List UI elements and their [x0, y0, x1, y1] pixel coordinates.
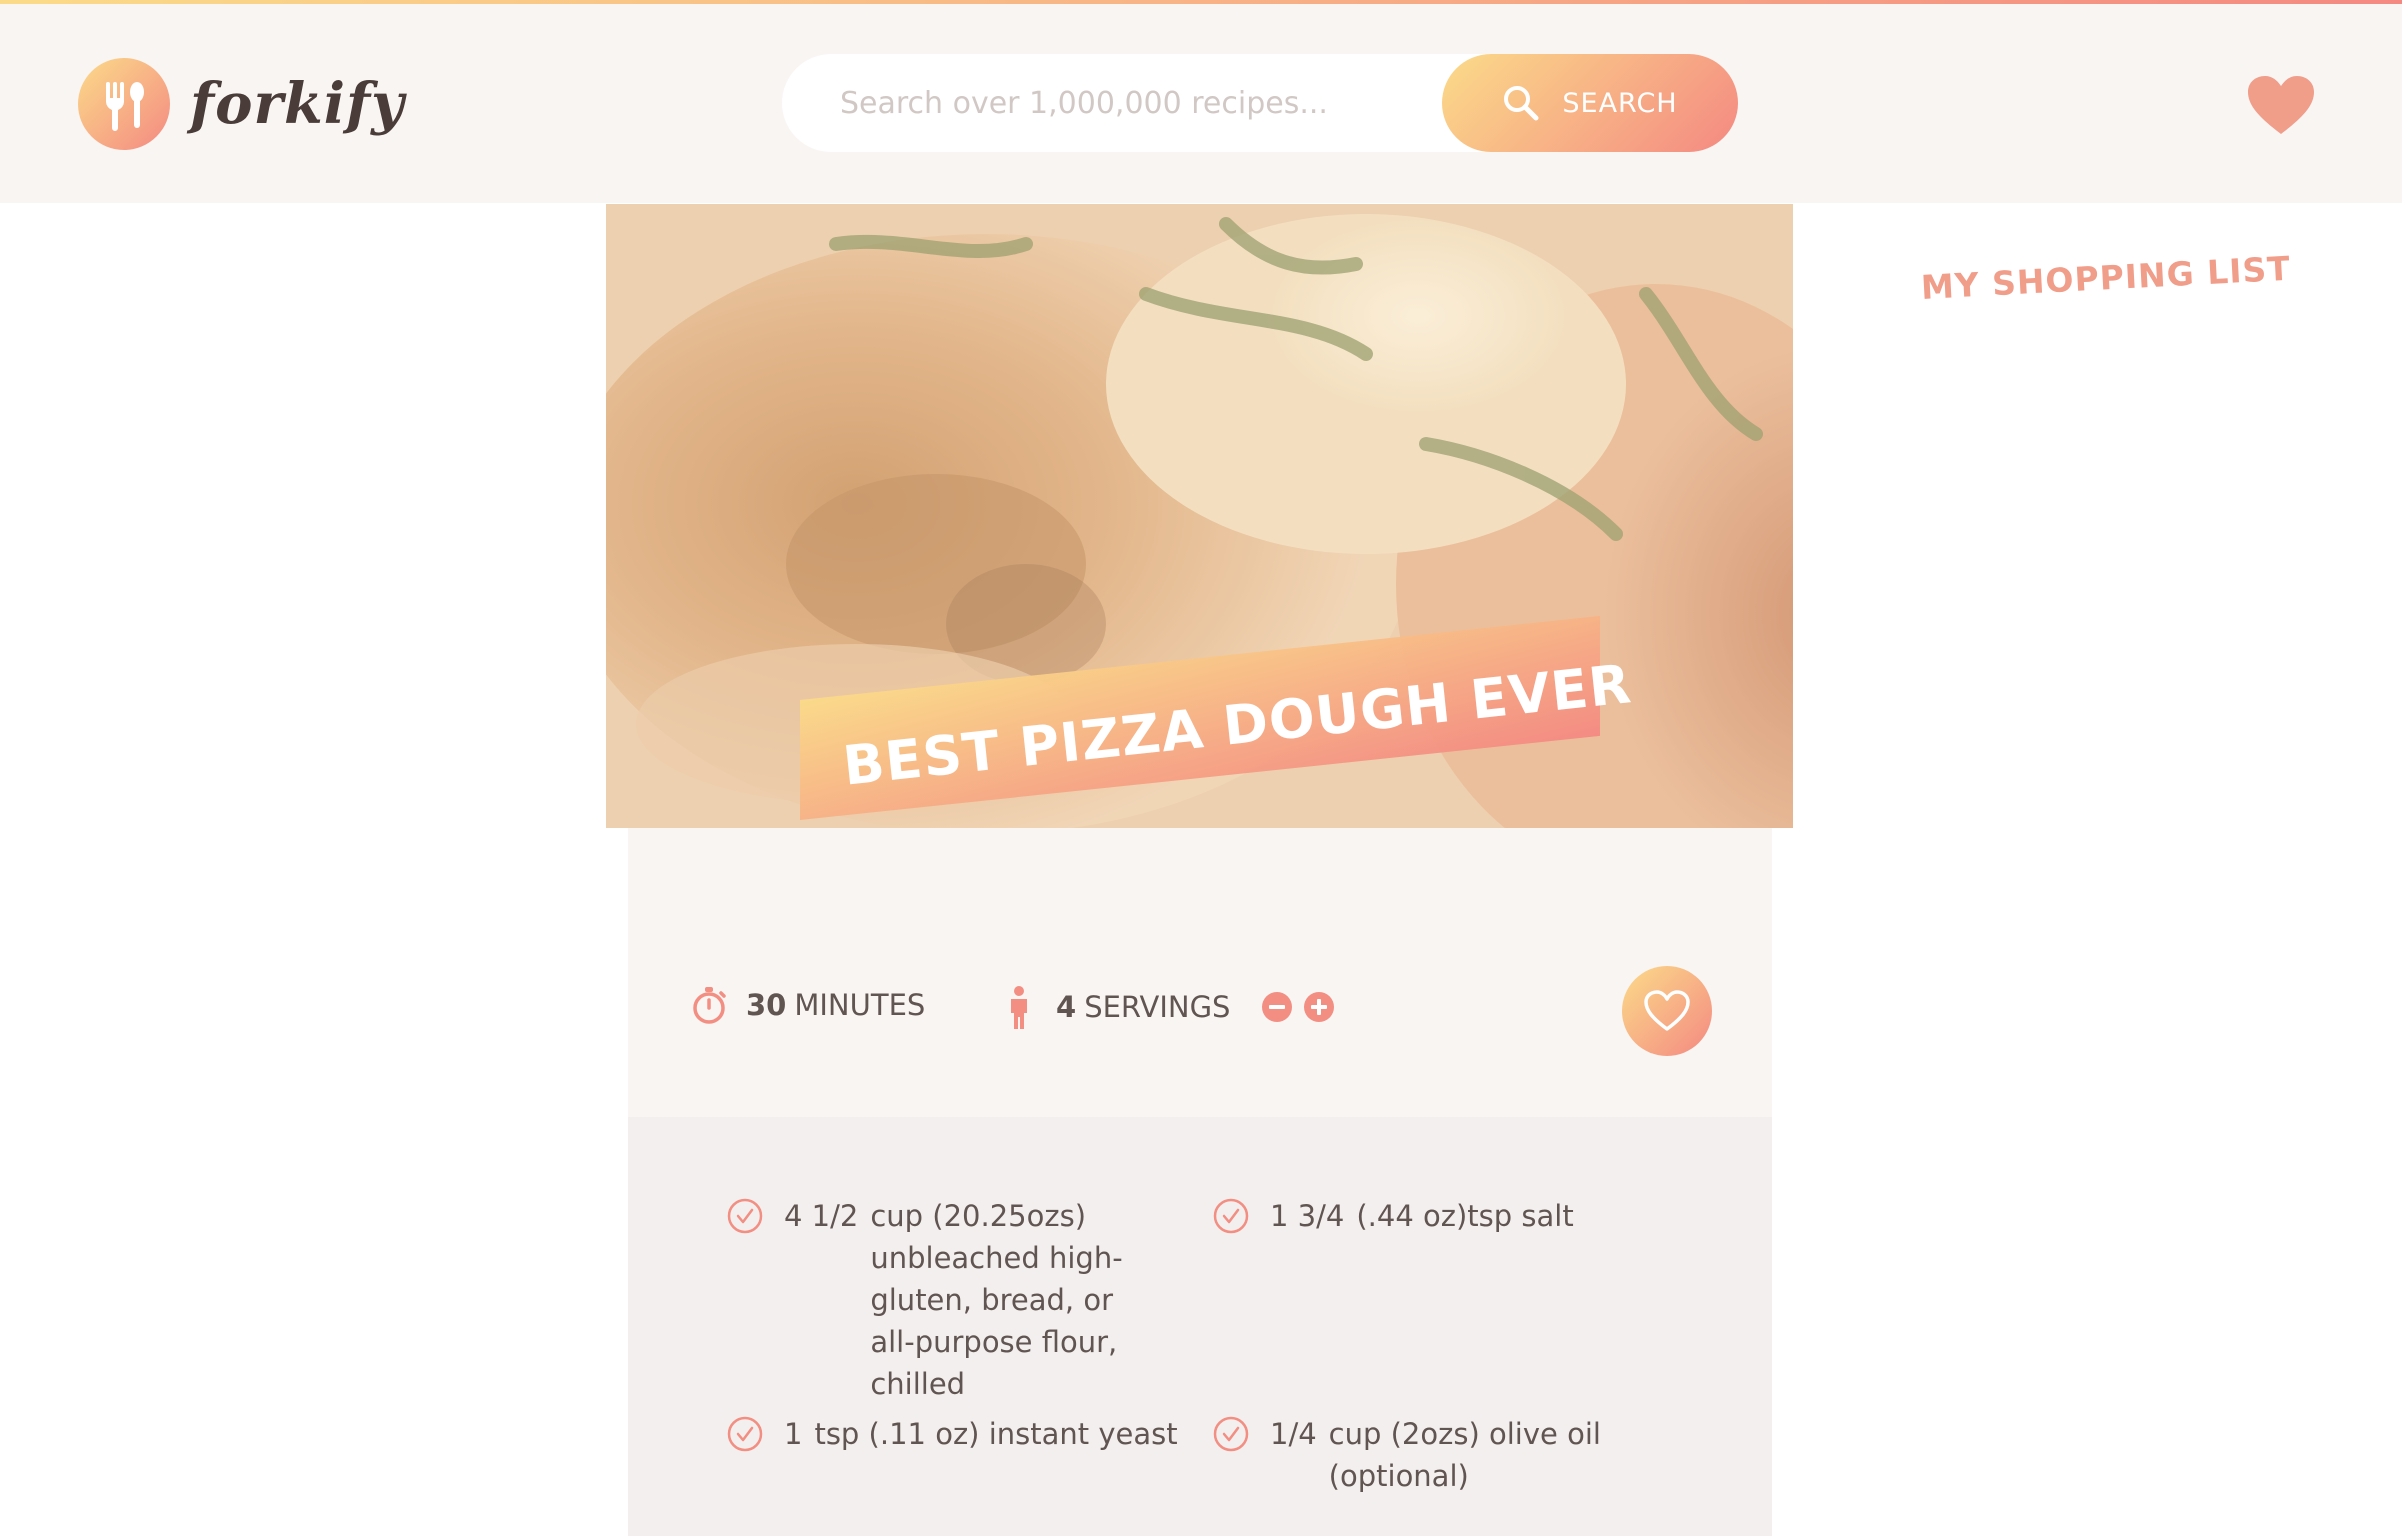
ingredient-description: tsp (.11 oz) instant yeast [814, 1417, 1178, 1451]
recipe-cooking-time: 30 MINUTES [690, 985, 925, 1025]
plus-circle-icon[interactable] [1304, 992, 1335, 1022]
ingredient-quantity: 1/4 [1270, 1417, 1317, 1451]
cooking-time-unit: MINUTES [794, 988, 926, 1022]
stopwatch-icon [693, 987, 726, 1024]
check-circle-icon [1213, 1416, 1249, 1452]
ingredient-description: (.44 oz)tsp salt [1356, 1199, 1574, 1233]
logo[interactable]: forkify [78, 58, 405, 150]
shopping-list-title: MY SHOPPING LIST [1920, 248, 2292, 307]
ingredient-item: 4 1/2 cup (20.25ozs) unbleached high-glu… [726, 1195, 1166, 1405]
logo-text: forkify [190, 71, 405, 137]
fork-spoon-icon [78, 58, 170, 150]
ingredient-quantity: 4 1/2 [784, 1199, 859, 1233]
minus-circle-icon[interactable] [1262, 992, 1293, 1022]
check-circle-icon [1213, 1198, 1249, 1234]
search-button[interactable]: SEARCH [1442, 54, 1738, 152]
ingredient-item: 1 tsp (.11 oz) instant yeast [726, 1413, 1186, 1455]
cooking-time-value: 30 [746, 988, 787, 1022]
search-icon [1504, 86, 1539, 121]
ingredient-quantity: 1 [784, 1417, 803, 1451]
heart-icon[interactable] [2246, 74, 2316, 136]
recipe-details-panel [628, 828, 1772, 1118]
app-header: forkify SEARCH [0, 4, 2402, 203]
person-icon [1011, 986, 1027, 1029]
ingredient-description: cup (20.25ozs) unbleached high-gluten, b… [870, 1199, 1123, 1401]
recipe-servings: 4 SERVINGS [1006, 985, 1335, 1029]
heart-outline-icon [1644, 990, 1690, 1031]
search-form: SEARCH [782, 54, 1738, 152]
ingredient-quantity: 1 3/4 [1270, 1199, 1345, 1233]
ingredient-item: 1 3/4 (.44 oz)tsp salt [1212, 1195, 1632, 1237]
search-button-label: SEARCH [1562, 87, 1678, 119]
ingredient-item: 1/4 cup (2ozs) olive oil (optional) [1212, 1413, 1632, 1497]
check-circle-icon [727, 1198, 763, 1234]
search-input[interactable] [840, 54, 1400, 152]
bookmark-button[interactable] [1622, 966, 1712, 1056]
ingredient-description: cup (2ozs) olive oil (optional) [1328, 1417, 1601, 1493]
servings-value: 4 [1056, 990, 1077, 1024]
servings-unit: SERVINGS [1084, 990, 1231, 1024]
check-circle-icon [727, 1416, 763, 1452]
